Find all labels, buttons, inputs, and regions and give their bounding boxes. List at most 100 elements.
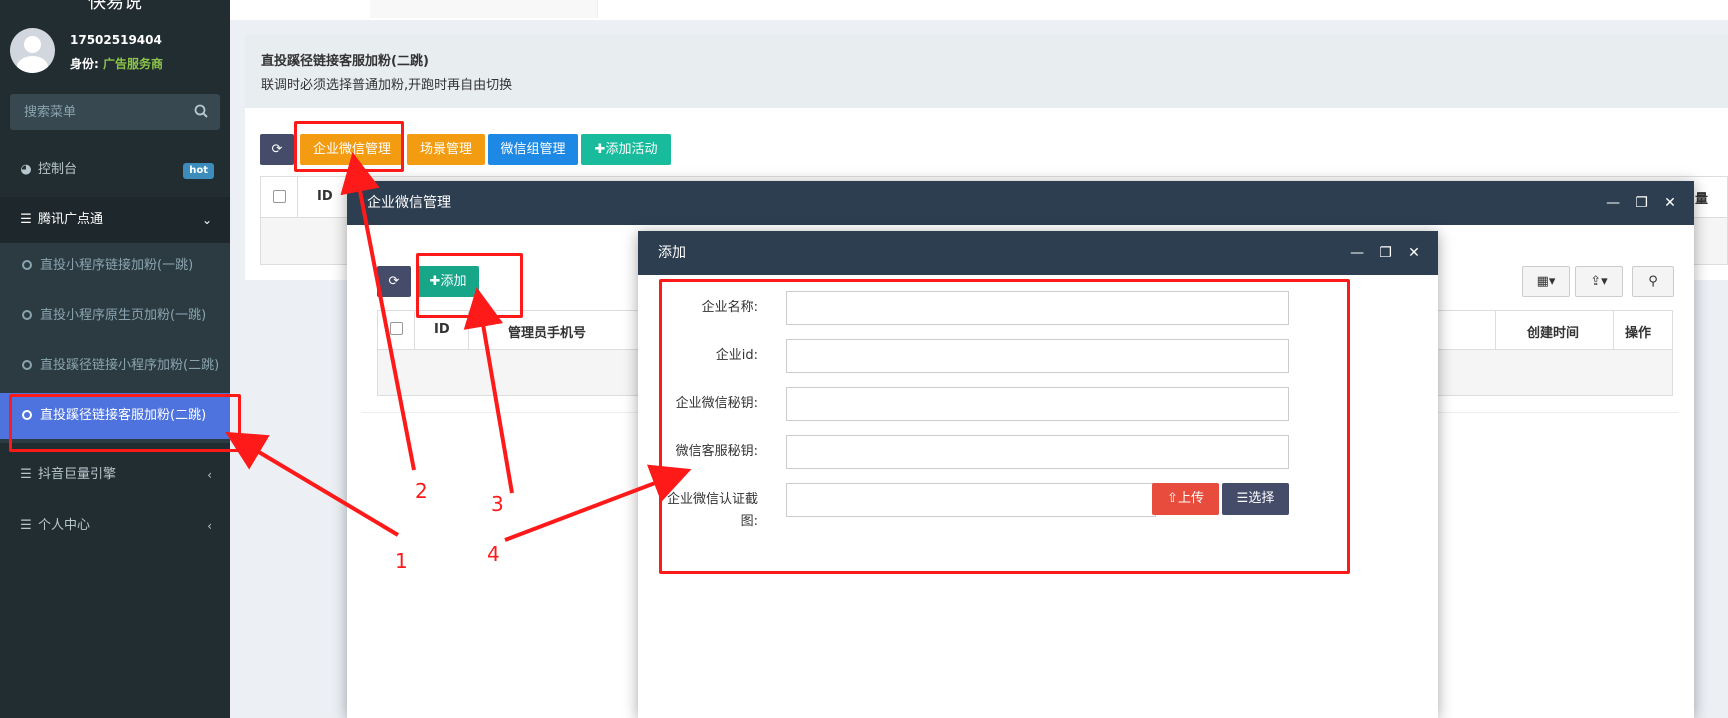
minimize-icon[interactable]: —	[1603, 181, 1623, 225]
export-icon: ⇪▾	[1590, 274, 1608, 289]
submenu-tencent: 直投小程序链接加粉(一跳) 直投小程序原生页加粉(一跳) 直投蹊径链接小程序加粉…	[0, 243, 230, 443]
upload-button[interactable]: ⇧上传	[1152, 483, 1219, 515]
subitem-label: 直投小程序原生页加粉(一跳)	[40, 308, 207, 323]
grid-icon: ▦▾	[1536, 274, 1556, 289]
user-phone: 17502519404	[70, 33, 162, 47]
sidebar-subitem-4[interactable]: 直投蹊径链接客服加粉(二跳)	[0, 393, 230, 439]
refresh-icon: ⟳	[271, 142, 283, 157]
field-label-cert: 企业微信认证截图:	[666, 492, 758, 529]
add-activity-button[interactable]: ✚添加活动	[581, 134, 671, 165]
col-admin-phone: 管理员手机号	[508, 326, 587, 341]
top-tab[interactable]	[370, 0, 598, 18]
annotation-number-4: 4	[487, 542, 500, 566]
sidebar-item-personal[interactable]: ☰ 个人中心 ‹	[0, 503, 230, 549]
plus-icon: ✚	[594, 142, 606, 157]
user-role: 身份: 广告服务商	[70, 55, 163, 72]
chevron-left-icon: ‹	[207, 519, 212, 533]
plus-icon: ✚	[429, 274, 441, 289]
sidebar-item-douyin[interactable]: ☰ 抖音巨量引擎 ‹	[0, 452, 230, 498]
close-icon[interactable]: ✕	[1404, 231, 1424, 275]
sidebar: 快易说 17502519404 身份: 广告服务商 ◕ 控制台 hot ☰ 腾讯广点…	[0, 0, 230, 718]
field-label-company-name: 企业名称:	[701, 300, 758, 315]
select-all-checkbox[interactable]	[273, 190, 286, 203]
subitem-label: 直投蹊径链接小程序加粉(二跳)	[40, 358, 220, 373]
refresh-icon: ⟳	[388, 274, 400, 289]
col-id: ID	[434, 322, 450, 337]
columns-toggle-button[interactable]: ▦▾	[1522, 266, 1570, 297]
hot-badge: hot	[183, 163, 214, 179]
sidebar-item-tencent[interactable]: ☰ 腾讯广点通 ⌄	[0, 197, 230, 243]
select-all-checkbox[interactable]	[390, 322, 403, 335]
sidebar-search	[10, 94, 220, 130]
maximize-icon[interactable]: ❐	[1632, 181, 1652, 225]
export-button[interactable]: ⇪▾	[1575, 266, 1623, 297]
company-name-input[interactable]	[786, 291, 1289, 325]
refresh-button[interactable]: ⟳	[260, 134, 294, 165]
corp-wechat-button[interactable]: 企业微信管理	[300, 134, 404, 165]
chevron-left-icon: ‹	[207, 468, 212, 482]
panel-heading: 直投蹊径链接客服加粉(二跳) 联调时必须选择普通加粉,开跑时再自由切换	[245, 34, 1728, 108]
brand-logo: 快易说	[88, 0, 142, 13]
dialog-title: 添加	[658, 245, 686, 261]
field-label-company-id: 企业id:	[715, 348, 758, 363]
sidebar-item-label: 腾讯广点通	[38, 212, 104, 227]
sidebar-item-label: 控制台	[38, 162, 78, 177]
corp-secret-input[interactable]	[786, 387, 1289, 421]
dialog-header: 添加 — ❐ ✕	[638, 231, 1438, 275]
page-description: 联调时必须选择普通加粉,开跑时再自由切换	[261, 78, 513, 93]
avatar	[10, 28, 55, 73]
dialog-header: 企业微信管理 — ❐ ✕	[347, 181, 1694, 225]
sidebar-item-dashboard[interactable]: ◕ 控制台 hot	[0, 147, 230, 193]
add-button[interactable]: ✚添加	[417, 266, 479, 297]
sidebar-item-label: 抖音巨量引擎	[38, 467, 117, 482]
upload-label: 上传	[1177, 491, 1204, 506]
circle-icon	[22, 360, 32, 370]
role-value: 广告服务商	[103, 57, 164, 71]
sidebar-item-label: 个人中心	[38, 518, 91, 533]
wechat-group-button[interactable]: 微信组管理	[488, 134, 578, 165]
field-label-kf-secret: 微信客服秘钥:	[675, 444, 758, 459]
annotation-number-1: 1	[395, 549, 408, 573]
circle-icon	[22, 260, 32, 270]
cert-image-input[interactable]	[786, 483, 1156, 517]
search-icon: ⚲	[1648, 274, 1658, 289]
annotation-number-3: 3	[491, 492, 504, 516]
dashboard-icon: ◕	[20, 162, 32, 177]
minimize-icon[interactable]: —	[1347, 231, 1367, 275]
upload-icon: ⇧	[1167, 491, 1178, 506]
chevron-down-icon: ⌄	[201, 213, 212, 227]
top-bar	[230, 0, 1728, 20]
col-ops: 操作	[1625, 326, 1652, 341]
search-button[interactable]: ⚲	[1632, 266, 1674, 297]
list-icon: ☰	[20, 518, 32, 533]
kf-secret-input[interactable]	[786, 435, 1289, 469]
add-dialog: 添加 — ❐ ✕ 企业名称: 企业id: 企业微信秘钥: 微信客服秘钥: 企业微…	[638, 231, 1438, 718]
user-panel: 17502519404 身份: 广告服务商	[10, 28, 225, 74]
close-icon[interactable]: ✕	[1660, 181, 1680, 225]
annotation-number-2: 2	[415, 479, 428, 503]
circle-icon	[22, 410, 32, 420]
list-icon: ☰	[20, 467, 32, 482]
sidebar-subitem-2[interactable]: 直投小程序原生页加粉(一跳)	[0, 293, 230, 339]
field-label-corp-secret: 企业微信秘钥:	[675, 396, 758, 411]
subitem-label: 直投蹊径链接客服加粉(二跳)	[40, 408, 207, 423]
col-id: ID	[317, 189, 333, 204]
dialog-title: 企业微信管理	[367, 195, 451, 211]
choose-button[interactable]: ☰选择	[1222, 483, 1289, 515]
company-id-input[interactable]	[786, 339, 1289, 373]
search-input[interactable]	[10, 94, 190, 130]
sidebar-subitem-3[interactable]: 直投蹊径链接小程序加粉(二跳)	[0, 343, 230, 389]
maximize-icon[interactable]: ❐	[1376, 231, 1396, 275]
sidebar-subitem-1[interactable]: 直投小程序链接加粉(一跳)	[0, 243, 230, 289]
list-icon: ☰	[1236, 491, 1249, 506]
refresh-button[interactable]: ⟳	[377, 266, 411, 297]
add-label: 添加	[440, 274, 467, 289]
col-created: 创建时间	[1527, 326, 1580, 341]
scene-button[interactable]: 场景管理	[407, 134, 485, 165]
add-activity-label: 添加活动	[605, 142, 658, 157]
circle-icon	[22, 310, 32, 320]
subitem-label: 直投小程序链接加粉(一跳)	[40, 258, 194, 273]
search-icon[interactable]	[194, 104, 208, 118]
col-fragment: 量	[1695, 192, 1709, 207]
role-label: 身份:	[70, 57, 99, 71]
